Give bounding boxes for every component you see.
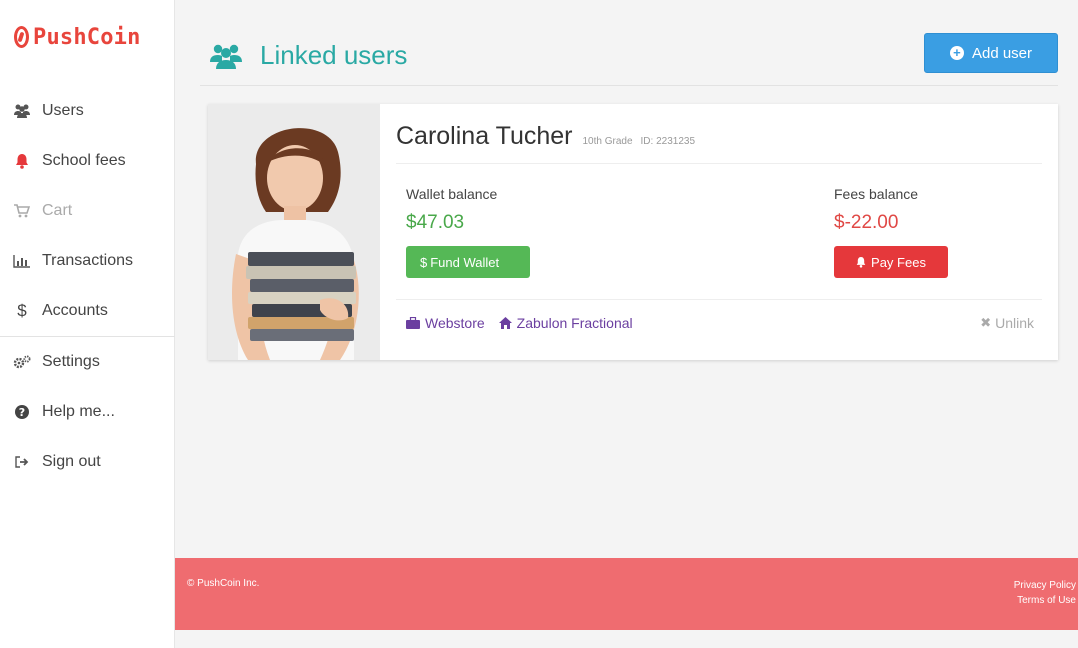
page-header: Linked users + Add user	[200, 28, 1058, 86]
add-user-button[interactable]: + Add user	[924, 33, 1058, 73]
brand-logo[interactable]: PushCoin	[14, 22, 141, 52]
add-user-label: Add user	[971, 44, 1033, 62]
sidebar-item-label: Users	[42, 102, 84, 119]
page-footer: © PushCoin Inc. Privacy Policy Terms of …	[175, 558, 1078, 630]
page-title-text: Linked users	[260, 40, 408, 70]
briefcase-icon	[406, 317, 420, 329]
user-photo	[208, 104, 380, 360]
plus-circle-icon: +	[949, 46, 964, 60]
sidebar-nav: Users School fees Cart Transactions $ Ac…	[0, 86, 175, 487]
users-icon	[210, 43, 242, 69]
sidebar-item-accounts[interactable]: $ Accounts	[0, 286, 175, 336]
sidebar-item-settings[interactable]: Settings	[0, 337, 175, 387]
sidebar-item-cart[interactable]: Cart	[0, 186, 175, 236]
dollar-icon: $	[17, 301, 27, 320]
school-link[interactable]: Zabulon Fractional	[498, 315, 633, 331]
sidebar-item-label: Settings	[42, 353, 100, 370]
copyright-text: © PushCoin Inc.	[187, 578, 260, 589]
pay-fees-label: Pay Fees	[871, 254, 926, 270]
footer-links: Privacy Policy Terms of Use	[1014, 578, 1076, 608]
pay-fees-button[interactable]: Pay Fees	[834, 246, 948, 278]
bell-icon	[856, 256, 866, 268]
webstore-label: Webstore	[425, 315, 485, 331]
page-title: Linked users	[210, 40, 407, 71]
gears-icon	[12, 353, 32, 371]
sidebar-item-label: Accounts	[42, 302, 108, 319]
unlink-label: Unlink	[995, 315, 1034, 331]
terms-of-use-link[interactable]: Terms of Use	[1014, 593, 1076, 608]
school-label: Zabulon Fractional	[516, 315, 633, 331]
sidebar-item-label: Transactions	[42, 252, 133, 269]
brand-name: PushCoin	[33, 24, 141, 50]
chart-icon	[12, 252, 32, 270]
fund-wallet-label: Fund Wallet	[430, 254, 500, 270]
user-name: Carolina Tucher	[396, 122, 573, 150]
svg-text:?: ?	[19, 406, 25, 419]
bell-icon	[12, 152, 32, 170]
wallet-balance-value: $47.03	[406, 212, 465, 233]
sidebar-item-label: School fees	[42, 152, 126, 169]
card-footer: Webstore Zabulon Fractional ✖ Unlink	[396, 299, 1042, 346]
wallet-section: Wallet balance $47.03 $ Fund Wallet	[406, 186, 530, 278]
fees-balance-label: Fees balance	[834, 186, 919, 202]
fund-wallet-button[interactable]: $ Fund Wallet	[406, 246, 530, 278]
webstore-link[interactable]: Webstore	[406, 315, 485, 331]
sidebar-item-label: Sign out	[42, 453, 101, 470]
fees-balance-value: $-22.00	[834, 212, 899, 233]
wallet-balance-label: Wallet balance	[406, 186, 498, 202]
user-id: ID: 2231235	[640, 136, 696, 147]
user-grade: 10th Grade	[582, 136, 633, 147]
sidebar-item-label: Cart	[42, 202, 73, 219]
user-card: Carolina Tucher 10th Grade ID: 2231235 W…	[208, 104, 1058, 360]
pushcoin-logo-icon	[14, 26, 29, 48]
dollar-icon: $	[420, 254, 428, 270]
cart-icon	[12, 202, 32, 220]
close-icon: ✖	[980, 315, 992, 330]
sign-out-icon	[12, 453, 32, 471]
sidebar-item-label: Help me...	[42, 403, 115, 420]
sidebar-item-users[interactable]: Users	[0, 86, 175, 136]
privacy-policy-link[interactable]: Privacy Policy	[1014, 578, 1076, 593]
question-icon: ?	[12, 403, 32, 421]
user-heading: Carolina Tucher 10th Grade ID: 2231235	[396, 122, 1042, 164]
home-icon	[498, 317, 512, 329]
fees-section: Fees balance $-22.00 Pay Fees	[834, 186, 948, 278]
unlink-link[interactable]: ✖ Unlink	[980, 315, 1034, 331]
users-icon	[12, 102, 32, 120]
sidebar: PushCoin Users School fees Cart Transact…	[0, 0, 175, 648]
sidebar-item-transactions[interactable]: Transactions	[0, 236, 175, 286]
sidebar-item-school-fees[interactable]: School fees	[0, 136, 175, 186]
user-card-body: Carolina Tucher 10th Grade ID: 2231235 W…	[396, 104, 1042, 360]
sidebar-item-sign-out[interactable]: Sign out	[0, 437, 175, 487]
sidebar-item-help[interactable]: ? Help me...	[0, 387, 175, 437]
